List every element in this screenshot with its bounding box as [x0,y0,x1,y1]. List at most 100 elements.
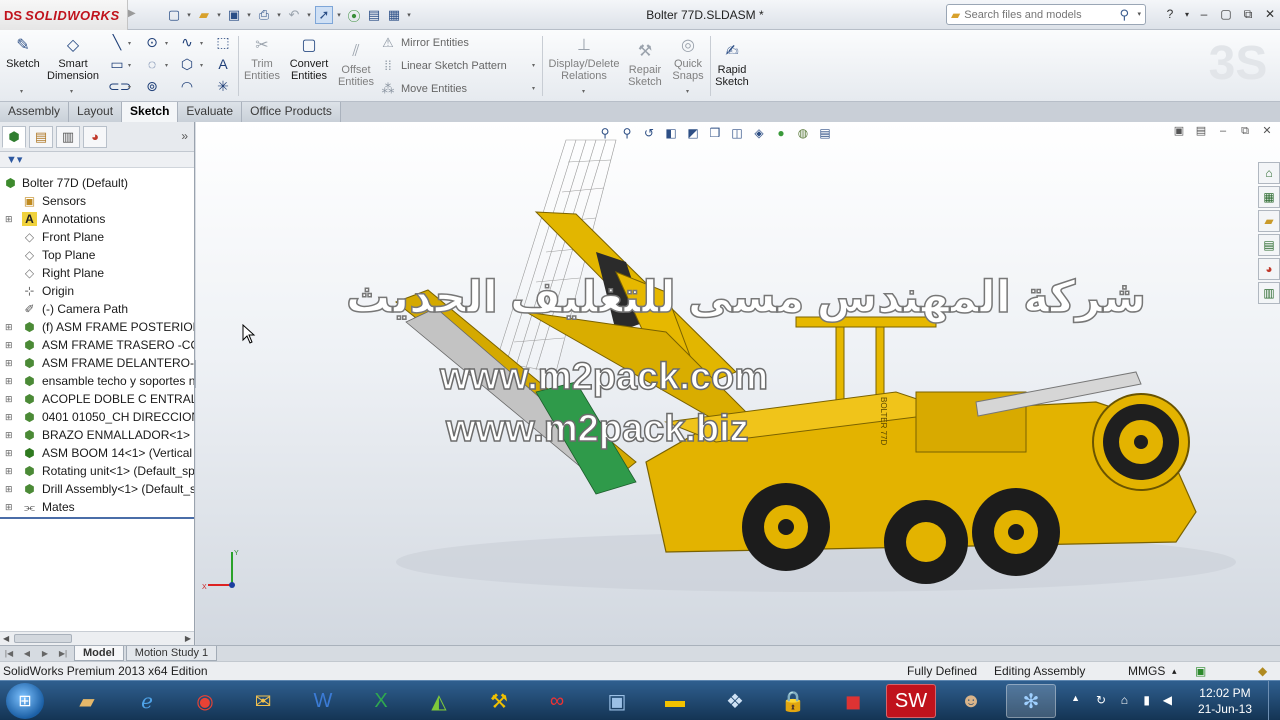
relations-dropdown-icon[interactable]: ▾ [582,88,585,95]
arc-icon[interactable]: ◌ [143,55,161,73]
save-icon[interactable]: ▣ [225,6,243,24]
smart-dimension-dropdown-icon[interactable]: ▾ [70,88,73,95]
configuration-manager-tab-icon[interactable]: ▥ [56,125,80,148]
tools-taskbar-icon[interactable]: ⚒ [474,684,524,718]
internet-explorer-taskbar-icon[interactable]: ℯ [122,684,172,718]
convert-entities-button[interactable]: ▢ Convert Entities [286,36,332,82]
prev-tab-icon[interactable]: ◀ [18,649,36,658]
tree-item-asm-frame-posterior[interactable]: ⊞ ⬢ (f) ASM FRAME POSTERIOR- [0,318,194,336]
repair-sketch-button[interactable]: ⚒ Repair Sketch [626,42,664,88]
units-dropdown-icon[interactable]: ▴ [1172,662,1177,681]
expand-icon[interactable]: ⊞ [5,372,13,390]
search-dropdown-icon[interactable]: ▾ [1137,10,1141,18]
tree-item-front-plane[interactable]: ◇ Front Plane [0,228,194,246]
start-button[interactable]: ⊞ [6,683,44,719]
new-dropdown-icon[interactable]: ▾ [185,11,193,19]
line-icon[interactable]: ╲ [108,33,126,51]
tree-item-right-plane[interactable]: ◇ Right Plane [0,264,194,282]
volume-tray-icon[interactable]: ◀ [1163,693,1172,707]
expand-icon[interactable]: ⊞ [5,498,13,516]
select-arrow-icon[interactable]: ➚ [315,6,333,24]
sketch-button[interactable]: ✎ Sketch [4,36,42,70]
expand-icon[interactable]: ⊞ [5,426,13,444]
yes-optus-taskbar-icon[interactable]: ▬ [650,684,700,718]
print-dropdown-icon[interactable]: ▾ [275,11,283,19]
line-dropdown-icon[interactable]: ▾ [128,40,131,47]
tree-item-top-plane[interactable]: ◇ Top Plane [0,246,194,264]
filter-bar[interactable]: ▼▾ [0,152,194,168]
scroll-thumb[interactable] [14,634,72,643]
search-icon[interactable]: ⚲ [1119,7,1129,23]
print-icon[interactable]: ⎙ [255,6,273,24]
open-folder-icon[interactable]: ▰ [195,6,213,24]
solidworks-logo[interactable]: DS SOLIDWORKS [0,0,128,30]
sketch-dropdown-icon[interactable]: ▾ [20,88,23,95]
quick-snaps-dropdown-icon[interactable]: ▾ [686,88,689,95]
tree-item-camera-path[interactable]: ✐ (-) Camera Path [0,300,194,318]
move-dropdown-icon[interactable]: ▾ [532,85,535,92]
tree-item-annotations[interactable]: ⊞ A Annotations [0,210,194,228]
close-icon[interactable]: ✕ [1260,4,1280,24]
search-box[interactable]: ▰ ⚲ ▾ [946,4,1146,25]
file-properties-icon[interactable]: ▤ [365,6,383,24]
tab-layout[interactable]: Layout [69,102,123,122]
expand-icon[interactable]: ⊞ [5,210,13,228]
smart-dimension-button[interactable]: ◇ Smart Dimension [46,36,100,82]
tab-office-products[interactable]: Office Products [242,102,341,122]
rectangle-dropdown-icon[interactable]: ▾ [128,62,131,69]
units-selector[interactable]: MMGS [1128,662,1165,681]
last-tab-icon[interactable]: ▶| [54,649,72,658]
parabola-icon[interactable]: ◠ [178,77,196,95]
point-icon[interactable]: ✳ [214,77,232,95]
arc-dropdown-icon[interactable]: ▾ [165,62,168,69]
feature-tree-scrollbar[interactable]: ◀ ▶ [0,631,194,645]
tree-item-sensors[interactable]: ▣ Sensors [0,192,194,210]
undo-icon[interactable]: ↶ [285,6,303,24]
user-app-taskbar-icon[interactable]: ☻ [946,684,996,718]
tree-root[interactable]: ⬢ Bolter 77D (Default) [0,174,194,192]
search-input[interactable] [964,8,1105,21]
ellipse-icon[interactable]: ⊚ [143,77,161,95]
first-tab-icon[interactable]: |◀ [0,649,18,658]
tree-item-acople-doble[interactable]: ⊞ ⬢ ACOPLE DOBLE C ENTRAL<1 [0,390,194,408]
tree-item-mates[interactable]: ⊞ ⫘ Mates [0,498,194,516]
filter-icon[interactable]: ▼▾ [6,154,22,166]
slot-icon[interactable]: ⊂⊃ [108,77,131,95]
new-document-icon[interactable]: ▢ [165,6,183,24]
move-entities-button[interactable]: ⁂ Move Entities [380,81,468,97]
circle-dropdown-icon[interactable]: ▾ [165,40,168,47]
save-dropdown-icon[interactable]: ▾ [245,11,253,19]
tree-item-origin[interactable]: ⊹ Origin [0,282,194,300]
slot-dropdown-icon[interactable]: ▾ [128,84,131,91]
feature-tree-tab-icon[interactable]: ⬢ [2,125,26,148]
trim-entities-button[interactable]: ✂ Trim Entities [242,36,282,82]
chrome-taskbar-icon[interactable]: ◉ [180,684,230,718]
signal-tray-icon[interactable]: ▮ [1143,693,1150,707]
minimize-icon[interactable]: – [1194,4,1214,24]
tab-model[interactable]: Model [74,646,124,661]
graphics-area[interactable]: ⚲ ⚲ ↺ ◧ ◩ ❒ ◫ ◈ ● ◍ ▤ ▣ ▤ – ⧉ ✕ ⌂ ▦ ▰ ▤ … [196,122,1280,645]
show-desktop-button[interactable] [1268,681,1280,720]
scroll-left-icon[interactable]: ◀ [3,632,9,645]
tab-motion-study[interactable]: Motion Study 1 [125,646,218,661]
tree-item-asm-boom[interactable]: ⊞ ⬢ ASM BOOM 14<1> (Vertical [0,444,194,462]
select-dropdown-icon[interactable]: ▾ [335,11,343,19]
polygon-dropdown-icon[interactable]: ▾ [200,62,203,69]
scroll-right-icon[interactable]: ▶ [185,632,191,645]
tile-icon[interactable]: ⧉ [1238,4,1258,24]
rectangle-icon[interactable]: ▭ [108,55,126,73]
help-icon[interactable]: ? [1160,4,1180,24]
display-manager-tab-icon[interactable]: ◕ [83,125,107,148]
media-app-taskbar-icon[interactable]: ∞ [532,684,582,718]
expand-icon[interactable]: ⊞ [5,462,13,480]
sketch-fillet-icon[interactable]: ⬚ [214,33,232,51]
tree-item-drill-assembly[interactable]: ⊞ ⬢ Drill Assembly<1> (Default_s [0,480,194,498]
spline-dropdown-icon[interactable]: ▾ [200,40,203,47]
sync-tray-icon[interactable]: ↻ [1096,693,1106,707]
expand-icon[interactable]: ⊞ [5,408,13,426]
open-dropdown-icon[interactable]: ▾ [215,11,223,19]
word-taskbar-icon[interactable]: W [298,684,348,718]
expand-panel-icon[interactable]: » [181,129,188,143]
outlook-mail-taskbar-icon[interactable]: ✉ [238,684,288,718]
offset-entities-button[interactable]: ⫽ Offset Entities [336,42,376,88]
